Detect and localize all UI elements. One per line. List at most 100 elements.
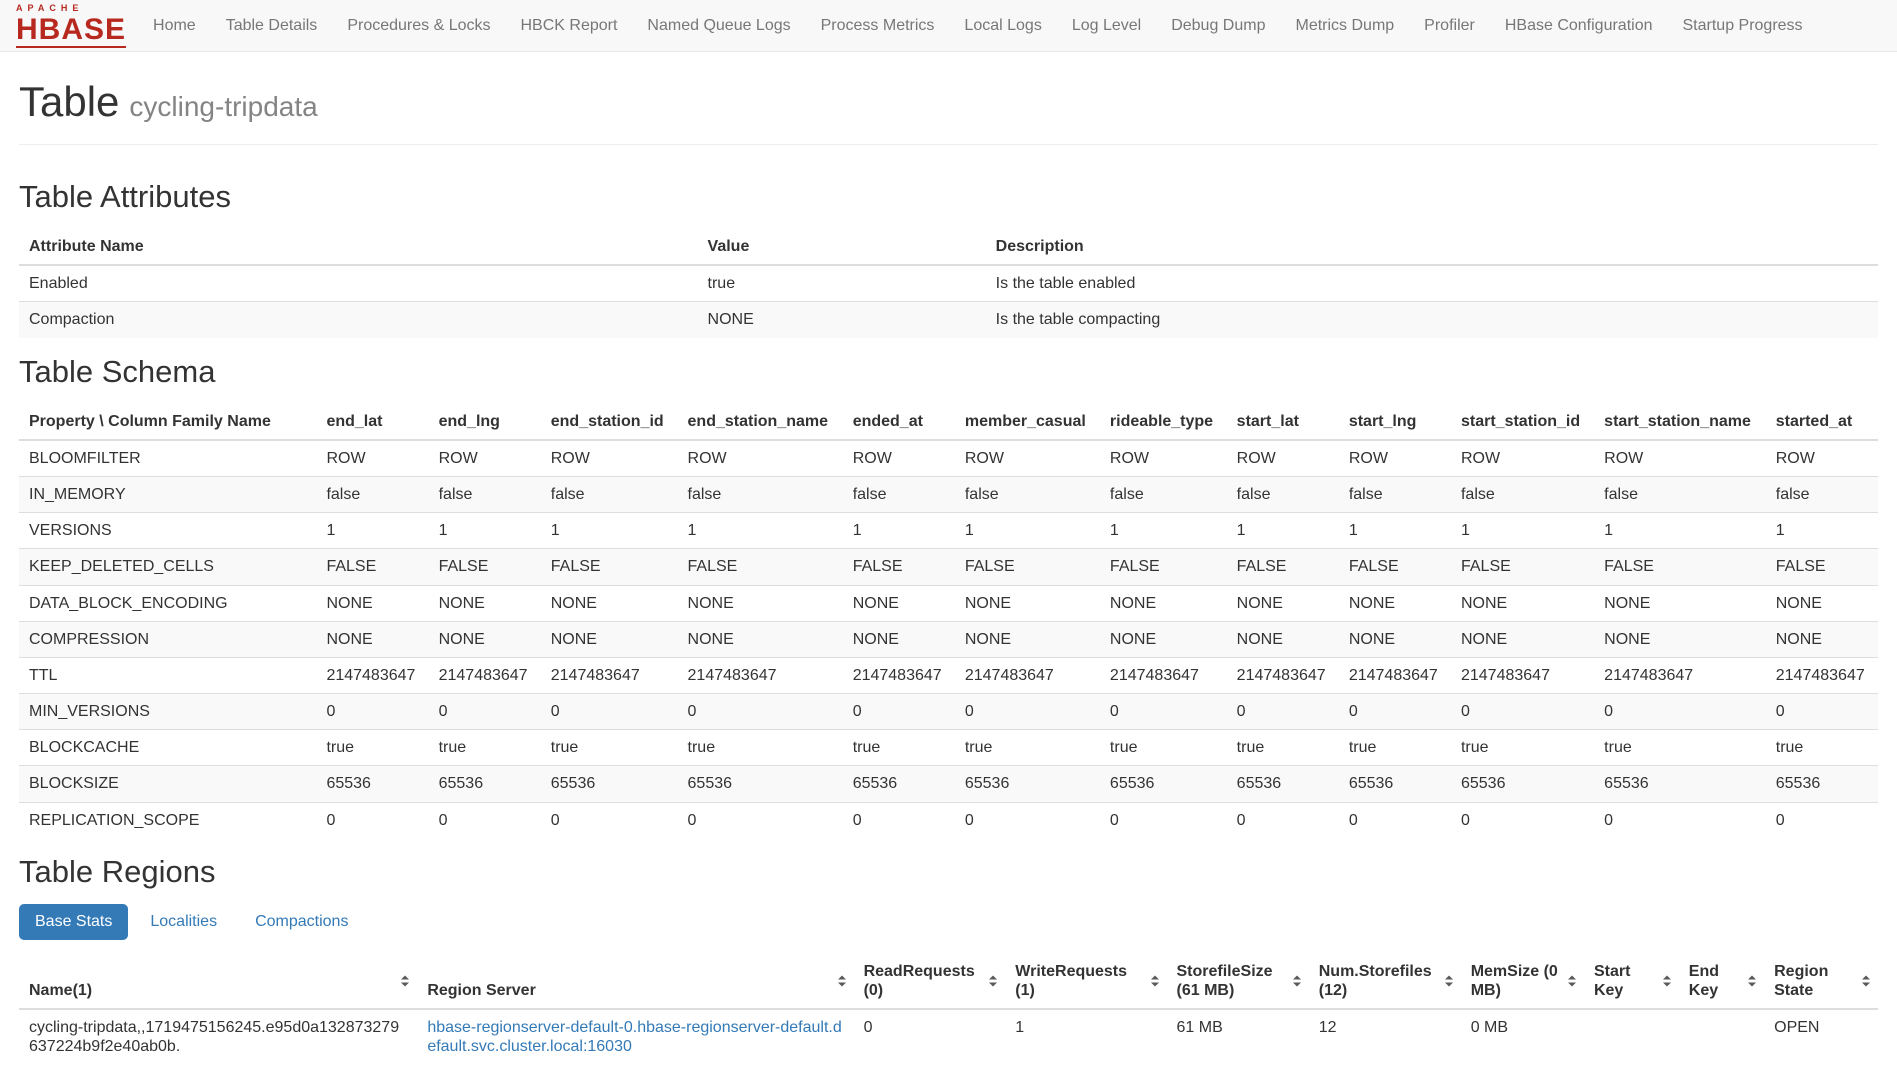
schema-value-cell: 2147483647 <box>1766 657 1878 693</box>
regions-table: Name(1)Region Server ReadRequests (0) Writ… <box>19 954 1878 1065</box>
sort-up-arrow <box>1862 976 1870 980</box>
schema-value-cell: 2147483647 <box>1594 657 1766 693</box>
schema-value-cell: 65536 <box>1339 766 1451 802</box>
nav-item-hbase-configuration[interactable]: HBase Configuration <box>1490 0 1668 52</box>
table-row: EnabledtrueIs the table enabled <box>19 265 1878 302</box>
schema-value-cell: NONE <box>1227 621 1339 657</box>
schema-value-cell: true <box>955 730 1100 766</box>
schema-value-cell: true <box>429 730 541 766</box>
schema-header-row: Property \ Column Family Nameend_latend_… <box>19 404 1878 440</box>
schema-value-cell: 2147483647 <box>1451 657 1594 693</box>
schema-col-end-station-name: end_station_name <box>678 404 843 440</box>
nav-item-metrics-dump[interactable]: Metrics Dump <box>1280 0 1409 52</box>
regions-col-writerequests-1[interactable]: WriteRequests (1) <box>1005 954 1166 1009</box>
schema-value-cell: 0 <box>1594 694 1766 730</box>
regions-col-region-state[interactable]: Region State <box>1764 954 1878 1009</box>
regions-col-start-key[interactable]: Start Key <box>1584 954 1679 1009</box>
schema-col-end-station-id: end_station_id <box>541 404 678 440</box>
schema-value-cell: true <box>1594 730 1766 766</box>
schema-value-cell: NONE <box>1227 585 1339 621</box>
sort-up-arrow <box>1663 976 1671 980</box>
attribute-value-cell: true <box>698 265 986 302</box>
nav-item-home[interactable]: Home <box>138 0 211 52</box>
nav-item-table-details[interactable]: Table Details <box>211 0 333 52</box>
schema-value-cell: 0 <box>316 694 428 730</box>
schema-value-cell: ROW <box>1339 440 1451 477</box>
schema-value-cell: FALSE <box>843 549 955 585</box>
schema-value-cell: NONE <box>541 585 678 621</box>
schema-value-cell: false <box>541 476 678 512</box>
read-requests-cell: 0 <box>854 1009 1006 1064</box>
schema-value-cell: 1 <box>843 513 955 549</box>
schema-value-cell: ROW <box>1766 440 1878 477</box>
regions-col-readrequests-0[interactable]: ReadRequests (0) <box>854 954 1006 1009</box>
region-server-link[interactable]: hbase-regionserver-default-0.hbase-regio… <box>427 1019 841 1055</box>
end-key-cell <box>1679 1009 1764 1064</box>
schema-property-cell: COMPRESSION <box>19 621 316 657</box>
schema-value-cell: 0 <box>1100 802 1227 838</box>
sort-up-arrow <box>1151 976 1159 980</box>
nav-item-debug-dump[interactable]: Debug Dump <box>1156 0 1280 52</box>
regions-col-num-storefiles-12[interactable]: Num.Storefiles (12) <box>1309 954 1461 1009</box>
nav-item-log-level[interactable]: Log Level <box>1057 0 1156 52</box>
schema-value-cell: NONE <box>1594 585 1766 621</box>
attribute-value-cell: NONE <box>698 302 986 338</box>
nav-item-local-logs[interactable]: Local Logs <box>949 0 1056 52</box>
nav-item-startup-progress[interactable]: Startup Progress <box>1668 0 1818 52</box>
schema-value-cell: FALSE <box>429 549 541 585</box>
schema-value-cell: 1 <box>1451 513 1594 549</box>
schema-value-cell: 1 <box>1594 513 1766 549</box>
schema-value-cell: FALSE <box>955 549 1100 585</box>
attributes-table-head: Attribute NameValueDescription <box>19 229 1878 265</box>
tab-compactions[interactable]: Compactions <box>239 904 364 940</box>
nav-item-profiler[interactable]: Profiler <box>1409 0 1490 52</box>
schema-value-cell: 0 <box>1451 694 1594 730</box>
nav-item-process-metrics[interactable]: Process Metrics <box>806 0 950 52</box>
regions-col-storefilesize-61-mb[interactable]: StorefileSize (61 MB) <box>1167 954 1309 1009</box>
region-server-cell: hbase-regionserver-default-0.hbase-regio… <box>417 1009 853 1064</box>
sort-icon <box>1862 976 1870 987</box>
schema-value-cell: ROW <box>955 440 1100 477</box>
schema-value-cell: 65536 <box>429 766 541 802</box>
schema-value-cell: ROW <box>541 440 678 477</box>
regions-col-region-server[interactable]: Region Server <box>417 954 853 1009</box>
tab-localities[interactable]: Localities <box>134 904 233 940</box>
schema-value-cell: 1 <box>1227 513 1339 549</box>
regions-col-end-key[interactable]: End Key <box>1679 954 1764 1009</box>
schema-col-ended-at: ended_at <box>843 404 955 440</box>
nav-item-hbck-report[interactable]: HBCK Report <box>506 0 633 52</box>
schema-property-cell: IN_MEMORY <box>19 476 316 512</box>
schema-value-cell: ROW <box>843 440 955 477</box>
sort-up-arrow <box>989 976 997 980</box>
logo-apache-text: APACHE <box>16 4 126 13</box>
table-row: CompactionNONEIs the table compacting <box>19 302 1878 338</box>
schema-value-cell: 0 <box>678 802 843 838</box>
regions-col-label: ReadRequests (0) <box>864 963 975 999</box>
hbase-logo[interactable]: APACHE HBASE <box>10 3 138 48</box>
schema-value-cell: true <box>1227 730 1339 766</box>
schema-col-start-station-id: start_station_id <box>1451 404 1594 440</box>
schema-value-cell: FALSE <box>541 549 678 585</box>
schema-col-member-casual: member_casual <box>955 404 1100 440</box>
sort-down-arrow <box>401 983 409 987</box>
schema-value-cell: NONE <box>316 621 428 657</box>
page-subtitle: cycling-tripdata <box>129 91 317 122</box>
schema-value-cell: FALSE <box>1227 549 1339 585</box>
schema-value-cell: true <box>843 730 955 766</box>
schema-value-cell: 1 <box>316 513 428 549</box>
table-row: REPLICATION_SCOPE000000000000 <box>19 802 1878 838</box>
schema-value-cell: 2147483647 <box>541 657 678 693</box>
nav-item-named-queue-logs[interactable]: Named Queue Logs <box>632 0 805 52</box>
tab-base-stats[interactable]: Base Stats <box>19 904 128 940</box>
page-content: Tablecycling-tripdata Table Attributes A… <box>0 78 1897 1065</box>
regions-col-name-1[interactable]: Name(1) <box>19 954 417 1009</box>
schema-value-cell: NONE <box>678 585 843 621</box>
attributes-table: Attribute NameValueDescription Enabledtr… <box>19 229 1878 338</box>
title-divider <box>19 144 1878 145</box>
schema-value-cell: 65536 <box>955 766 1100 802</box>
sort-up-arrow <box>1748 976 1756 980</box>
regions-col-memsize-0-mb[interactable]: MemSize (0 MB) <box>1461 954 1584 1009</box>
regions-col-label: End Key <box>1689 963 1719 999</box>
nav-item-procedures-locks[interactable]: Procedures & Locks <box>332 0 505 52</box>
schema-value-cell: NONE <box>955 621 1100 657</box>
